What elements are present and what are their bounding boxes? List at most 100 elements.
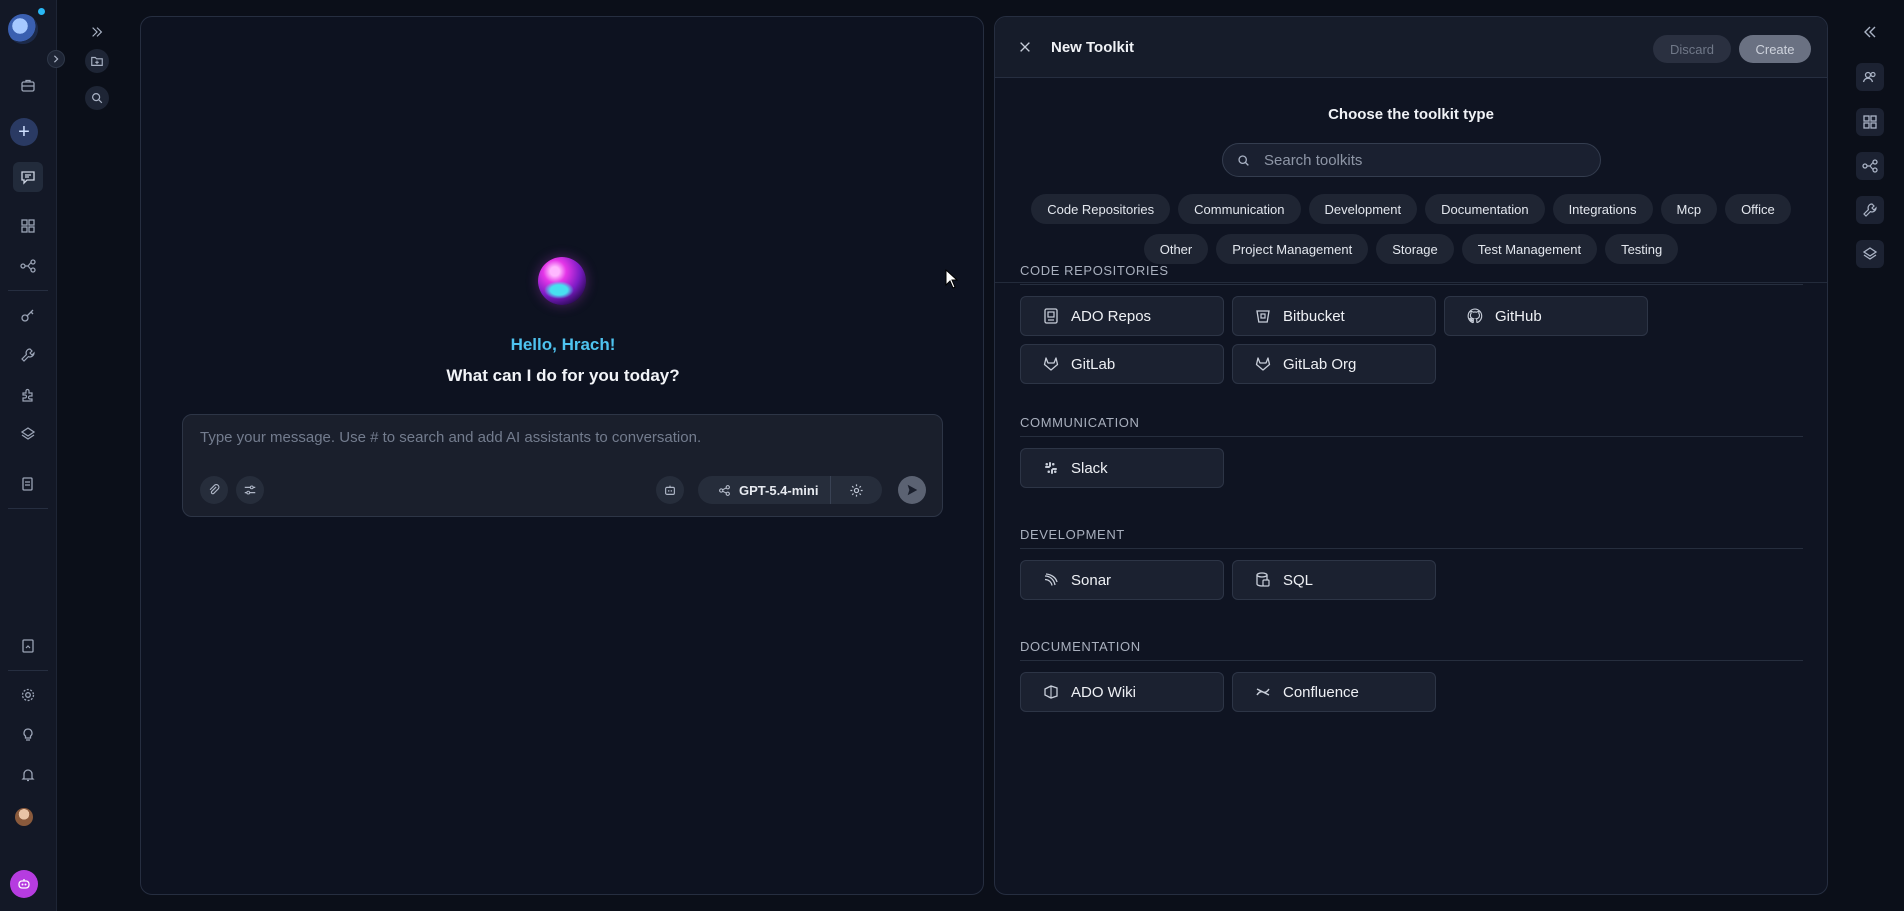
create-button[interactable]: Create [1739,35,1811,63]
filter-chips-row-1: Code Repositories Communication Developmen… [995,194,1827,224]
toolkit-card[interactable]: Confluence [1232,672,1436,712]
avatar[interactable] [15,808,33,826]
section-title: COMMUNICATION [1020,415,1140,430]
layers-icon[interactable] [13,419,43,449]
assistant-orb-icon [538,257,586,305]
section-divider [1020,436,1803,437]
section-divider [1020,548,1803,549]
search-placeholder: Search toolkits [1264,151,1363,169]
wrench-icon[interactable] [1856,196,1884,224]
ado-wiki-icon [1041,682,1061,702]
sql-icon [1253,570,1273,590]
filter-chip[interactable]: Mcp [1660,194,1718,224]
toolkit-card-label: Confluence [1283,683,1359,701]
right-rail [1836,0,1904,911]
slack-icon [1041,458,1061,478]
secondary-rail [57,0,137,911]
toolkit-title: New Toolkit [1051,39,1135,56]
toolkit-subtitle: Choose the toolkit type [1328,106,1494,123]
model-select-button[interactable]: GPT-5.4-mini [698,476,832,504]
toolkit-card[interactable]: Sonar [1020,560,1224,600]
section-divider [1020,284,1803,285]
discard-button[interactable]: Discard [1653,35,1731,63]
new-chat-button[interactable]: + [10,118,38,146]
filter-chip[interactable]: Communication [1178,194,1301,224]
rail-divider [8,670,48,671]
message-input[interactable]: Type your message. Use # to search and a… [200,429,701,446]
wrench-icon[interactable] [13,340,43,370]
report-icon[interactable] [13,631,43,661]
logo-icon[interactable] [8,14,38,44]
toolkit-card-label: Bitbucket [1283,307,1345,325]
new-folder-icon[interactable] [85,49,109,73]
workflow-icon[interactable] [1856,152,1884,180]
filter-chip[interactable]: Documentation [1425,194,1545,224]
bitbucket-icon [1253,306,1273,326]
filter-chip[interactable]: Test Management [1461,234,1598,264]
mouse-cursor-icon [945,269,959,289]
briefcase-icon[interactable] [13,70,43,100]
toolkit-card[interactable]: Slack [1020,448,1224,488]
github-icon [1465,306,1485,326]
filter-chip[interactable]: Code Repositories [1031,194,1171,224]
filter-chip[interactable]: Office [1725,194,1791,224]
workflow-icon[interactable] [13,251,43,281]
filter-chip[interactable]: Other [1143,234,1209,264]
attach-button[interactable] [200,476,228,504]
section-title: DEVELOPMENT [1020,527,1125,542]
toolkit-card[interactable]: GitLab [1020,344,1224,384]
toolkit-search-input[interactable]: Search toolkits [1222,143,1601,177]
toolkit-header: New Toolkit Discard Create [995,17,1827,78]
document-icon[interactable] [13,469,43,499]
message-composer[interactable]: Type your message. Use # to search and a… [182,414,943,517]
grid-icon[interactable] [1856,108,1884,136]
expand-sidebar-button[interactable] [47,50,65,68]
close-icon[interactable] [1013,35,1037,59]
search-icon[interactable] [85,86,109,110]
gitlab-icon [1041,354,1061,374]
rail-divider [8,508,48,509]
key-icon[interactable] [13,300,43,330]
search-icon [1238,154,1249,166]
filter-chip[interactable]: Integrations [1552,194,1653,224]
chat-panel: Hello, Hrach! What can I do for you toda… [140,16,984,895]
assistant-button[interactable] [656,476,684,504]
grid-icon[interactable] [13,211,43,241]
settings-icon[interactable] [13,680,43,710]
share-icon [719,484,730,496]
bell-icon[interactable] [13,760,43,790]
paperclip-icon [209,484,220,495]
toolkit-card[interactable]: GitLab Org [1232,344,1436,384]
model-selector[interactable]: GPT-5.4-mini [698,476,882,504]
toolkit-card[interactable]: SQL [1232,560,1436,600]
gitlab-org-icon [1253,354,1273,374]
model-settings-icon[interactable] [831,483,882,498]
toolkit-divider [995,282,1827,283]
toolkit-card-label: Sonar [1071,571,1112,589]
toolkit-card[interactable]: GitHub [1444,296,1648,336]
new-toolkit-panel: New Toolkit Discard Create Choose the to… [994,16,1828,895]
toolkit-card[interactable]: ADO Repos [1020,296,1224,336]
toolkit-card-label: ADO Repos [1071,307,1152,325]
bot-icon[interactable] [10,870,38,898]
sliders-icon [244,485,256,495]
filter-chip[interactable]: Testing [1605,234,1679,264]
toolkit-card-label: ADO Wiki [1071,683,1136,701]
toolkit-card[interactable]: Bitbucket [1232,296,1436,336]
filter-chip[interactable]: Development [1308,194,1418,224]
filter-chip[interactable]: Project Management [1216,234,1369,264]
double-chevron-left-icon[interactable] [1856,18,1884,46]
users-icon[interactable] [1856,63,1884,91]
puzzle-icon[interactable] [13,380,43,410]
section-title: CODE REPOSITORIES [1020,263,1169,278]
settings-sliders-button[interactable] [236,476,264,504]
layers-icon[interactable] [1856,240,1884,268]
toolkit-card[interactable]: ADO Wiki [1020,672,1224,712]
chat-icon[interactable] [13,162,43,192]
double-chevron-right-icon[interactable] [85,20,109,44]
filter-chip[interactable]: Storage [1376,234,1454,264]
send-button[interactable] [898,476,926,504]
prompt-heading: What can I do for you today? [446,366,680,385]
lightbulb-icon[interactable] [13,720,43,750]
ado-repos-icon [1041,306,1061,326]
